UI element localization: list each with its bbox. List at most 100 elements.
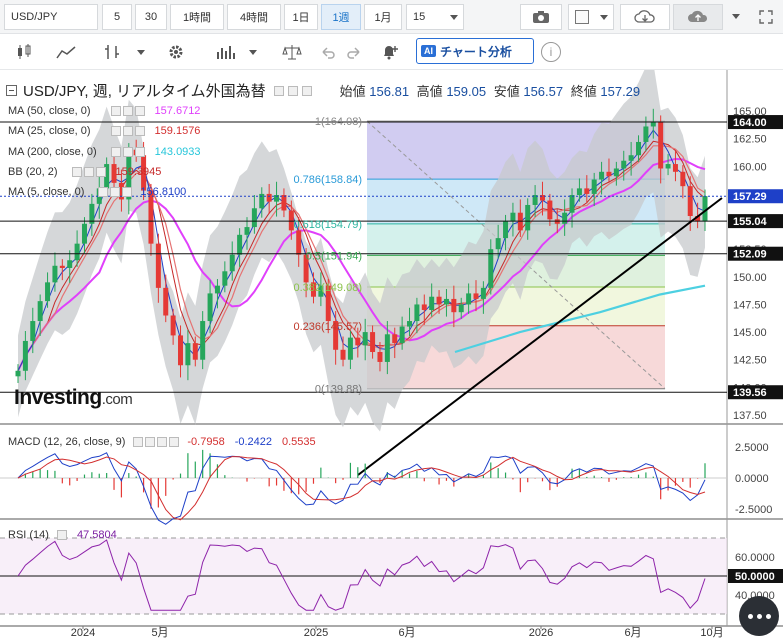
eye-icon[interactable] [110, 106, 121, 117]
more-dropdown[interactable] [726, 4, 744, 30]
interval-30-button[interactable]: 30 [135, 4, 167, 30]
candle-body [22, 340, 28, 371]
ai-chart-analysis-button[interactable]: AI チャート分析 [416, 38, 534, 64]
bb-label: BB (20, 2) [8, 166, 58, 178]
legend-ma200[interactable]: MA (200, close, 0) 143.0933 [8, 146, 201, 158]
candle-body [30, 321, 36, 341]
gear-icon[interactable] [301, 85, 312, 96]
title-controls[interactable] [272, 85, 312, 96]
eye-icon[interactable] [98, 187, 109, 198]
rsi-pane: 60.000050.000040.000050.0000 [0, 537, 783, 615]
hline-label: 155.04 [733, 216, 768, 228]
candle-body [650, 122, 656, 127]
symbol-text: USD/JPY [11, 11, 58, 23]
macd-tick-label: 0.0000 [735, 473, 769, 485]
chevron-down-icon [137, 49, 145, 55]
candle-body [37, 301, 43, 322]
gear-icon[interactable] [122, 126, 133, 137]
cloud-upload-button[interactable] [673, 4, 723, 30]
gear-icon[interactable] [110, 187, 121, 198]
interval-1h-button[interactable]: 1時間 [170, 4, 224, 30]
candle-body [576, 188, 582, 196]
candle-body [510, 212, 516, 222]
candle-body [443, 298, 449, 305]
ma200-value: 143.0933 [154, 146, 201, 158]
macd-value-3: 0.5535 [282, 436, 316, 448]
chevron-down-icon[interactable] [273, 85, 284, 96]
compare-button[interactable] [278, 38, 306, 66]
legend-ma50[interactable]: MA (50, close, 0) 157.6712 [8, 105, 200, 117]
close-icon[interactable] [134, 126, 145, 137]
gear-icon[interactable] [122, 147, 133, 158]
fib-label-0: 0(139.88) [315, 384, 362, 396]
candle-body [665, 164, 671, 169]
interval-select[interactable]: 15 [406, 4, 464, 30]
candle-body [584, 188, 590, 194]
eye-icon[interactable] [110, 126, 121, 137]
gear-icon[interactable] [122, 106, 133, 117]
macd-tick-label: -2.5000 [735, 504, 772, 516]
price-tick-label: 145.00 [733, 327, 767, 339]
candle-body [192, 343, 198, 360]
bar-type-button[interactable] [92, 38, 132, 66]
indicators-button[interactable] [210, 38, 244, 66]
candle-body [251, 208, 257, 228]
legend-ma25[interactable]: MA (25, close, 0) 159.1576 [8, 125, 200, 137]
collapse-icon[interactable] [6, 85, 17, 96]
eye-icon[interactable] [145, 437, 156, 448]
settings-button[interactable] [162, 38, 190, 66]
close-icon[interactable] [169, 437, 180, 448]
camera-button[interactable] [520, 4, 562, 30]
area-chart-icon [56, 46, 76, 59]
area-type-button[interactable] [52, 38, 80, 66]
fib-label-0.236: 0.236(145.57) [294, 321, 363, 333]
candle-body [237, 234, 243, 255]
color-select[interactable] [568, 4, 614, 30]
chevron-down-icon[interactable] [56, 530, 67, 541]
gear-icon[interactable] [83, 167, 94, 178]
expand-button[interactable] [752, 3, 780, 31]
legend-ma5[interactable]: MA (5, close, 0) 156.8100 [8, 186, 186, 198]
close-icon[interactable] [95, 167, 106, 178]
candle-body [680, 171, 686, 187]
eye-icon[interactable] [287, 85, 298, 96]
ma5-label: MA (5, close, 0) [8, 186, 85, 198]
candle-body [355, 337, 361, 346]
cloud-download-button[interactable] [620, 4, 670, 30]
interval-1d-button[interactable]: 1日 [284, 4, 318, 30]
alert-button[interactable] [376, 38, 404, 66]
chart-type-dropdown[interactable] [132, 38, 150, 66]
redo-button[interactable] [342, 38, 366, 66]
more-options-button[interactable] [739, 596, 779, 636]
time-tick-label: 10月 [700, 627, 723, 639]
macd-value-1: -0.7958 [187, 436, 225, 448]
interval-1w-button[interactable]: 1週 [321, 4, 361, 30]
interval-1m-button[interactable]: 1月 [364, 4, 402, 30]
dot-icon [747, 613, 753, 619]
info-icon[interactable]: i [541, 42, 561, 62]
legend-macd[interactable]: MACD (12, 26, close, 9) -0.7958 -0.2422 … [8, 436, 316, 448]
indicators-dropdown[interactable] [244, 38, 262, 66]
candles-type-button[interactable] [10, 38, 38, 66]
candle-body [606, 171, 612, 177]
close-icon[interactable] [134, 147, 145, 158]
interval-5-button[interactable]: 5 [102, 4, 132, 30]
candle-body [569, 195, 575, 213]
symbol-field[interactable]: USD/JPY [4, 4, 98, 30]
close-icon[interactable] [134, 106, 145, 117]
interval-4h-button[interactable]: 4時間 [227, 4, 281, 30]
hline-label: 152.09 [733, 249, 767, 261]
indicators-icon [217, 46, 235, 59]
legend-rsi[interactable]: RSI (14) 47.5804 [8, 529, 117, 541]
color-swatch-icon [575, 10, 589, 24]
ai-badge: AI [421, 45, 436, 57]
undo-button[interactable] [316, 38, 340, 66]
candle-body [466, 293, 472, 305]
eye-icon[interactable] [110, 147, 121, 158]
gear-icon[interactable] [157, 437, 168, 448]
chevron-down-icon[interactable] [133, 437, 144, 448]
eye-icon[interactable] [71, 167, 82, 178]
fib-label-1: 1(164.08) [315, 116, 362, 128]
legend-bb[interactable]: BB (20, 2) 159.3945 [8, 166, 161, 178]
close-icon[interactable] [122, 187, 133, 198]
